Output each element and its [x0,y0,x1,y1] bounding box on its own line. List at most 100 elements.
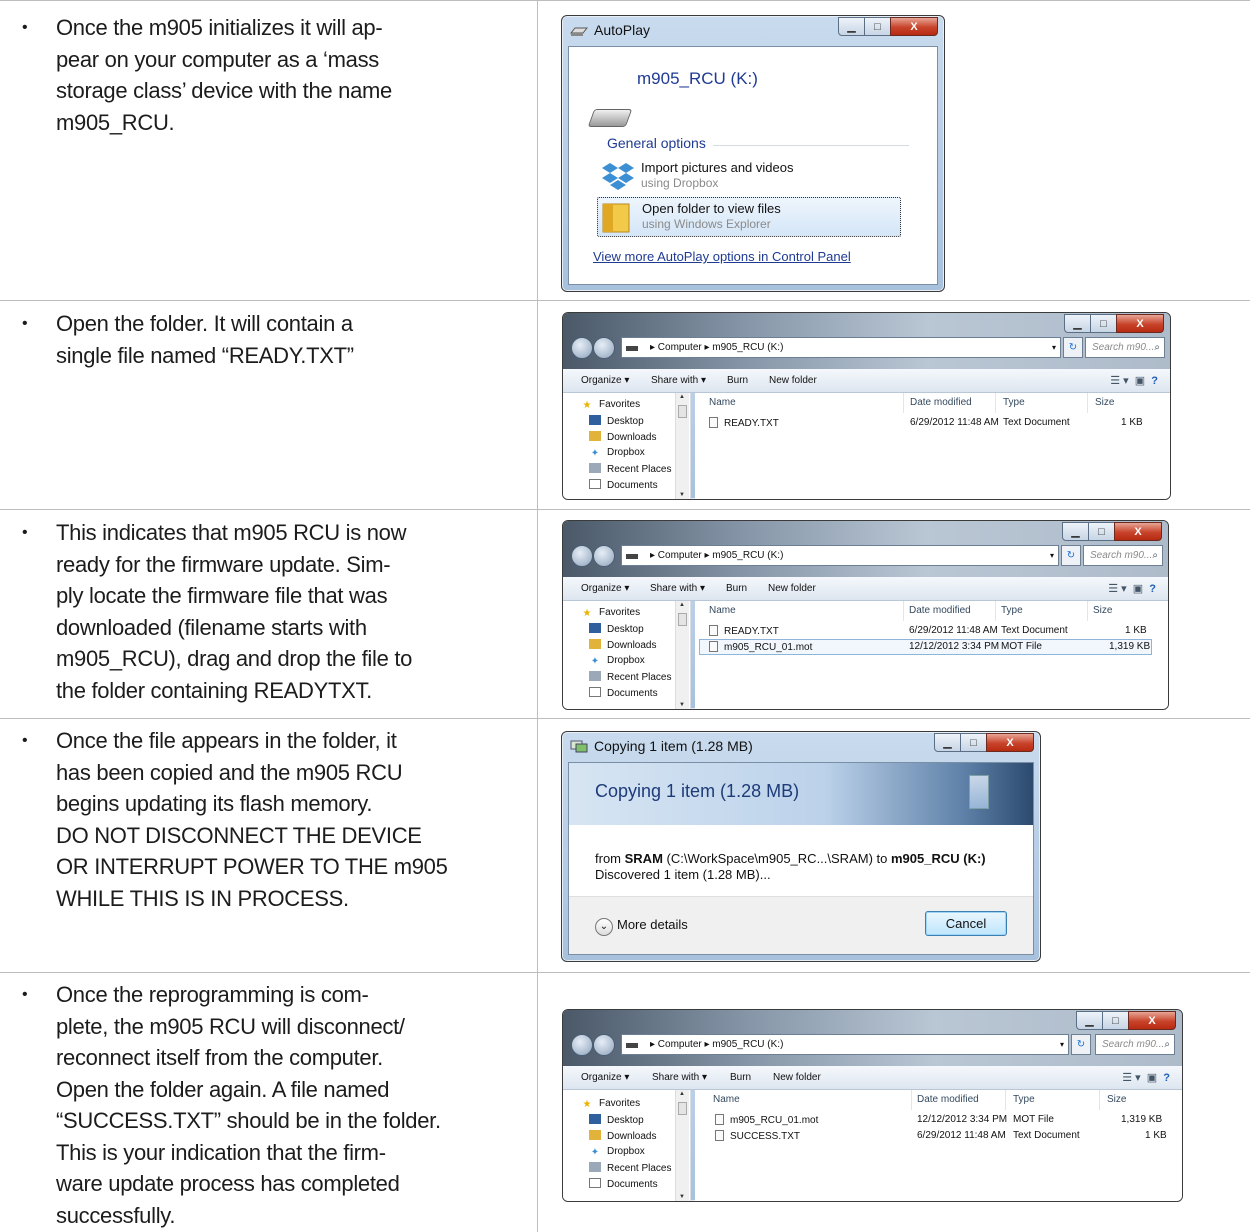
back-button[interactable] [571,1034,593,1056]
column-date-modified[interactable]: Date modified [910,397,972,408]
column-name[interactable]: Name [709,397,736,408]
step-2-text: • Open the folder. It will contain a sin… [22,311,354,368]
maximize-button[interactable]: □ [1090,314,1117,333]
burn-button[interactable]: Burn [727,375,748,386]
column-size[interactable]: Size [1107,1094,1126,1105]
nav-dropbox[interactable]: ✦ Dropbox [589,1146,645,1158]
command-bar: Organize ▾ Share with ▾ Burn New folder … [563,1066,1182,1090]
column-type[interactable]: Type [1003,397,1025,408]
nav-documents[interactable]: Documents [589,479,658,491]
search-input[interactable]: Search m90... ⌕ [1085,337,1165,358]
maximize-button[interactable]: □ [1088,522,1115,541]
close-button[interactable]: X [986,733,1034,752]
organize-menu[interactable]: Organize ▾ [581,583,629,594]
new-folder-button[interactable]: New folder [769,375,817,386]
file-row[interactable]: READY.TXT 6/29/2012 11:48 AM Text Docume… [699,415,1154,431]
nav-desktop[interactable]: Desktop [589,1114,644,1126]
search-input[interactable]: Search m90... ⌕ [1095,1034,1175,1055]
refresh-button[interactable]: ↻ [1071,1034,1091,1055]
nav-desktop[interactable]: Desktop [589,623,644,635]
file-row[interactable]: READY.TXT 6/29/2012 11:48 AM Text Docume… [699,623,1152,639]
nav-desktop[interactable]: Desktop [589,415,644,427]
more-details-toggle[interactable]: ⌄ More details [595,917,688,936]
nav-recent-places[interactable]: Recent Places [589,1162,671,1174]
nav-documents[interactable]: Documents [589,1178,658,1190]
view-more-autoplay-link[interactable]: View more AutoPlay options in Control Pa… [593,249,851,264]
copy-source-destination: from SRAM (C:\WorkSpace\m905_RC...\SRAM)… [595,851,986,866]
forward-button[interactable] [593,1034,615,1056]
dropbox-icon [602,163,634,190]
back-button[interactable] [571,337,593,359]
back-button[interactable] [571,545,593,567]
refresh-button[interactable]: ↻ [1063,337,1083,358]
maximize-button[interactable]: □ [960,733,987,752]
column-name[interactable]: Name [709,605,736,616]
nav-favorites[interactable]: ★ Favorites [581,607,641,619]
refresh-button[interactable]: ↻ [1061,545,1081,566]
address-bar[interactable]: ▸ Computer ▸ m905_RCU (K:) ▾ [621,1034,1069,1055]
column-name[interactable]: Name [713,1094,740,1105]
maximize-button[interactable]: □ [864,17,891,36]
column-size[interactable]: Size [1095,397,1114,408]
column-size[interactable]: Size [1093,605,1112,616]
minimize-button[interactable]: ▁ [838,17,865,36]
step-1-text: • Once the m905 initializes it will ap- … [22,15,392,135]
close-button[interactable]: X [890,17,938,36]
general-options-label: General options [607,135,706,151]
column-type[interactable]: Type [1013,1094,1035,1105]
view-options-icon[interactable]: ☰ ▾ ▣ ? [1108,582,1156,595]
scroll-thumb[interactable] [678,613,687,626]
nav-recent-places[interactable]: Recent Places [589,671,671,683]
share-with-menu[interactable]: Share with ▾ [652,1072,707,1083]
organize-menu[interactable]: Organize ▾ [581,1072,629,1083]
view-options-icon[interactable]: ☰ ▾ ▣ ? [1110,374,1158,387]
document-graphic [969,775,989,809]
address-bar[interactable]: ▸ Computer ▸ m905_RCU (K:) ▾ [621,337,1061,358]
column-date-modified[interactable]: Date modified [917,1094,979,1105]
nav-downloads[interactable]: Downloads [589,1130,656,1142]
share-with-menu[interactable]: Share with ▾ [651,375,706,386]
row-divider [0,300,1250,301]
group-separator [713,145,909,146]
nav-favorites[interactable]: ★ Favorites [581,1098,641,1110]
file-row[interactable]: m905_RCU_01.mot 12/12/2012 3:34 PM MOT F… [699,1112,1166,1128]
view-options-icon[interactable]: ☰ ▾ ▣ ? [1122,1071,1170,1084]
column-type[interactable]: Type [1001,605,1023,616]
address-bar[interactable]: ▸ Computer ▸ m905_RCU (K:) ▾ [621,545,1059,566]
minimize-button[interactable]: ▁ [1062,522,1089,541]
nav-dropbox[interactable]: ✦ Dropbox [589,655,645,667]
burn-button[interactable]: Burn [726,583,747,594]
new-folder-button[interactable]: New folder [768,583,816,594]
organize-menu[interactable]: Organize ▾ [581,375,629,386]
minimize-button[interactable]: ▁ [1076,1011,1103,1030]
nav-recent-places[interactable]: Recent Places [589,463,671,475]
minimize-button[interactable]: ▁ [1064,314,1091,333]
import-pictures-option[interactable]: Import pictures and videos using Dropbox [597,157,901,197]
step-5-text: • Once the reprogramming is com- plete, … [22,982,441,1228]
minimize-button[interactable]: ▁ [934,733,961,752]
nav-favorites[interactable]: ★ Favorites [581,399,641,411]
new-folder-button[interactable]: New folder [773,1072,821,1083]
close-button[interactable]: X [1128,1011,1176,1030]
forward-button[interactable] [593,337,615,359]
scroll-thumb[interactable] [678,405,687,418]
nav-documents[interactable]: Documents [589,687,658,699]
text-file-icon [709,417,718,428]
file-icon [709,641,718,652]
close-button[interactable]: X [1114,522,1162,541]
close-button[interactable]: X [1116,314,1164,333]
nav-downloads[interactable]: Downloads [589,431,656,443]
file-row[interactable]: m905_RCU_01.mot 12/12/2012 3:34 PM MOT F… [699,639,1152,655]
column-date-modified[interactable]: Date modified [909,605,971,616]
cancel-button[interactable]: Cancel [925,911,1007,936]
share-with-menu[interactable]: Share with ▾ [650,583,705,594]
file-row[interactable]: SUCCESS.TXT 6/29/2012 11:48 AM Text Docu… [699,1128,1167,1144]
forward-button[interactable] [593,545,615,567]
nav-dropbox[interactable]: ✦ Dropbox [589,447,645,459]
nav-downloads[interactable]: Downloads [589,639,656,651]
search-input[interactable]: Search m90... ⌕ [1083,545,1163,566]
open-folder-option[interactable]: Open folder to view files using Windows … [597,197,901,237]
maximize-button[interactable]: □ [1102,1011,1129,1030]
scroll-thumb[interactable] [678,1102,687,1115]
burn-button[interactable]: Burn [730,1072,751,1083]
